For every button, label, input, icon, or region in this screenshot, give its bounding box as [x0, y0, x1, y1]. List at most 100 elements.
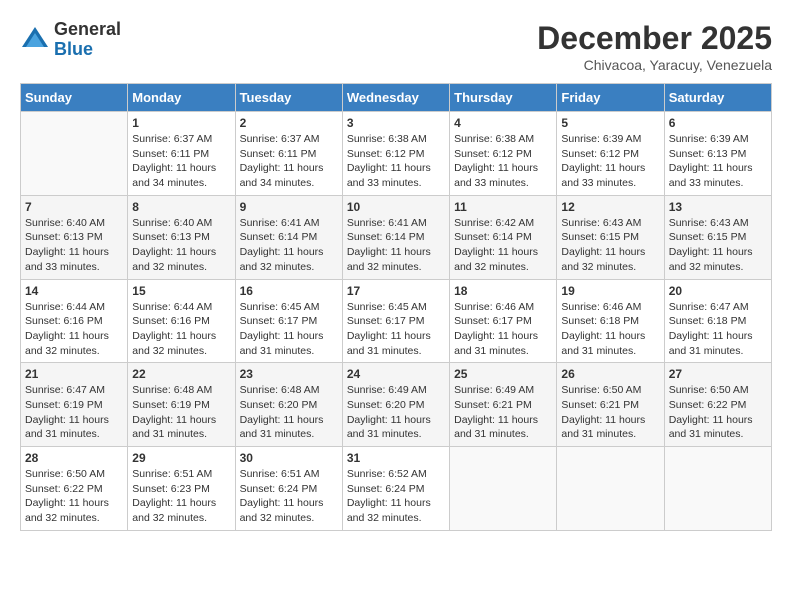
calendar-cell: 30 Sunrise: 6:51 AMSunset: 6:24 PMDayligh… [235, 447, 342, 531]
day-info: Sunrise: 6:51 AMSunset: 6:23 PMDaylight:… [132, 467, 230, 526]
calendar-cell: 1 Sunrise: 6:37 AMSunset: 6:11 PMDaylight… [128, 112, 235, 196]
day-number: 1 [132, 116, 230, 130]
day-number: 18 [454, 284, 552, 298]
day-number: 3 [347, 116, 445, 130]
calendar-week-row: 14 Sunrise: 6:44 AMSunset: 6:16 PMDayligh… [21, 279, 772, 363]
day-number: 11 [454, 200, 552, 214]
day-info: Sunrise: 6:38 AMSunset: 6:12 PMDaylight:… [454, 132, 552, 191]
day-number: 17 [347, 284, 445, 298]
calendar-cell: 13 Sunrise: 6:43 AMSunset: 6:15 PMDayligh… [664, 195, 771, 279]
calendar-week-row: 21 Sunrise: 6:47 AMSunset: 6:19 PMDayligh… [21, 363, 772, 447]
calendar-cell: 16 Sunrise: 6:45 AMSunset: 6:17 PMDayligh… [235, 279, 342, 363]
day-number: 16 [240, 284, 338, 298]
day-info: Sunrise: 6:37 AMSunset: 6:11 PMDaylight:… [240, 132, 338, 191]
calendar-cell: 11 Sunrise: 6:42 AMSunset: 6:14 PMDayligh… [450, 195, 557, 279]
logo-icon [20, 25, 50, 55]
day-info: Sunrise: 6:49 AMSunset: 6:21 PMDaylight:… [454, 383, 552, 442]
day-number: 26 [561, 367, 659, 381]
calendar-cell [450, 447, 557, 531]
calendar-cell: 24Sunrise: 6:49 AMSunset: 6:20 PMDayligh… [342, 363, 449, 447]
calendar-cell: 6Sunrise: 6:39 AMSunset: 6:13 PMDaylight… [664, 112, 771, 196]
calendar-cell: 27Sunrise: 6:50 AMSunset: 6:22 PMDayligh… [664, 363, 771, 447]
day-info: Sunrise: 6:52 AMSunset: 6:24 PMDaylight:… [347, 467, 445, 526]
day-info: Sunrise: 6:37 AMSunset: 6:11 PMDaylight:… [132, 132, 230, 191]
day-info: Sunrise: 6:40 AMSunset: 6:13 PMDaylight:… [25, 216, 123, 275]
calendar-cell: 7Sunrise: 6:40 AMSunset: 6:13 PMDaylight… [21, 195, 128, 279]
day-info: Sunrise: 6:41 AMSunset: 6:14 PMDaylight:… [347, 216, 445, 275]
calendar-week-row: 1 Sunrise: 6:37 AMSunset: 6:11 PMDaylight… [21, 112, 772, 196]
day-info: Sunrise: 6:42 AMSunset: 6:14 PMDaylight:… [454, 216, 552, 275]
day-info: Sunrise: 6:47 AMSunset: 6:19 PMDaylight:… [25, 383, 123, 442]
day-number: 8 [132, 200, 230, 214]
calendar-cell: 3 Sunrise: 6:38 AMSunset: 6:12 PMDaylight… [342, 112, 449, 196]
calendar-cell: 25 Sunrise: 6:49 AMSunset: 6:21 PMDayligh… [450, 363, 557, 447]
weekday-header-row: SundayMondayTuesdayWednesdayThursdayFrid… [21, 84, 772, 112]
day-number: 12 [561, 200, 659, 214]
day-info: Sunrise: 6:43 AMSunset: 6:15 PMDaylight:… [669, 216, 767, 275]
day-number: 5 [561, 116, 659, 130]
calendar-cell: 26Sunrise: 6:50 AMSunset: 6:21 PMDayligh… [557, 363, 664, 447]
day-number: 25 [454, 367, 552, 381]
logo-blue: Blue [54, 40, 121, 60]
day-info: Sunrise: 6:44 AMSunset: 6:16 PMDaylight:… [25, 300, 123, 359]
calendar-cell: 20Sunrise: 6:47 AMSunset: 6:18 PMDayligh… [664, 279, 771, 363]
day-number: 24 [347, 367, 445, 381]
logo-text: General Blue [54, 20, 121, 60]
calendar-cell: 17 Sunrise: 6:45 AMSunset: 6:17 PMDayligh… [342, 279, 449, 363]
day-number: 22 [132, 367, 230, 381]
day-info: Sunrise: 6:38 AMSunset: 6:12 PMDaylight:… [347, 132, 445, 191]
day-number: 21 [25, 367, 123, 381]
day-number: 31 [347, 451, 445, 465]
calendar-cell: 28 Sunrise: 6:50 AMSunset: 6:22 PMDayligh… [21, 447, 128, 531]
weekday-header: Wednesday [342, 84, 449, 112]
weekday-header: Saturday [664, 84, 771, 112]
calendar-cell: 10 Sunrise: 6:41 AMSunset: 6:14 PMDayligh… [342, 195, 449, 279]
calendar-cell: 29 Sunrise: 6:51 AMSunset: 6:23 PMDayligh… [128, 447, 235, 531]
weekday-header: Thursday [450, 84, 557, 112]
calendar-cell: 31 Sunrise: 6:52 AMSunset: 6:24 PMDayligh… [342, 447, 449, 531]
calendar-cell: 5Sunrise: 6:39 AMSunset: 6:12 PMDaylight… [557, 112, 664, 196]
location: Chivacoa, Yaracuy, Venezuela [537, 57, 772, 73]
day-number: 15 [132, 284, 230, 298]
day-number: 29 [132, 451, 230, 465]
day-number: 20 [669, 284, 767, 298]
day-number: 19 [561, 284, 659, 298]
day-number: 23 [240, 367, 338, 381]
day-info: Sunrise: 6:43 AMSunset: 6:15 PMDaylight:… [561, 216, 659, 275]
day-info: Sunrise: 6:41 AMSunset: 6:14 PMDaylight:… [240, 216, 338, 275]
calendar-table: SundayMondayTuesdayWednesdayThursdayFrid… [20, 83, 772, 531]
weekday-header: Sunday [21, 84, 128, 112]
day-number: 28 [25, 451, 123, 465]
day-number: 14 [25, 284, 123, 298]
day-info: Sunrise: 6:50 AMSunset: 6:22 PMDaylight:… [669, 383, 767, 442]
calendar-cell: 18 Sunrise: 6:46 AMSunset: 6:17 PMDayligh… [450, 279, 557, 363]
calendar-cell: 9Sunrise: 6:41 AMSunset: 6:14 PMDaylight… [235, 195, 342, 279]
logo-general: General [54, 20, 121, 40]
calendar-cell: 4 Sunrise: 6:38 AMSunset: 6:12 PMDaylight… [450, 112, 557, 196]
calendar-week-row: 28 Sunrise: 6:50 AMSunset: 6:22 PMDayligh… [21, 447, 772, 531]
day-info: Sunrise: 6:45 AMSunset: 6:17 PMDaylight:… [240, 300, 338, 359]
day-number: 4 [454, 116, 552, 130]
day-info: Sunrise: 6:51 AMSunset: 6:24 PMDaylight:… [240, 467, 338, 526]
calendar-cell [21, 112, 128, 196]
day-number: 30 [240, 451, 338, 465]
day-info: Sunrise: 6:50 AMSunset: 6:22 PMDaylight:… [25, 467, 123, 526]
day-info: Sunrise: 6:48 AMSunset: 6:19 PMDaylight:… [132, 383, 230, 442]
logo: General Blue [20, 20, 121, 60]
day-number: 10 [347, 200, 445, 214]
day-info: Sunrise: 6:46 AMSunset: 6:17 PMDaylight:… [454, 300, 552, 359]
calendar-cell: 14 Sunrise: 6:44 AMSunset: 6:16 PMDayligh… [21, 279, 128, 363]
calendar-cell: 15 Sunrise: 6:44 AMSunset: 6:16 PMDayligh… [128, 279, 235, 363]
page-header: General Blue December 2025 Chivacoa, Yar… [20, 20, 772, 73]
month-title: December 2025 [537, 20, 772, 57]
calendar-cell: 12 Sunrise: 6:43 AMSunset: 6:15 PMDayligh… [557, 195, 664, 279]
weekday-header: Tuesday [235, 84, 342, 112]
day-number: 13 [669, 200, 767, 214]
calendar-cell: 23 Sunrise: 6:48 AMSunset: 6:20 PMDayligh… [235, 363, 342, 447]
calendar-week-row: 7Sunrise: 6:40 AMSunset: 6:13 PMDaylight… [21, 195, 772, 279]
day-info: Sunrise: 6:45 AMSunset: 6:17 PMDaylight:… [347, 300, 445, 359]
day-info: Sunrise: 6:48 AMSunset: 6:20 PMDaylight:… [240, 383, 338, 442]
day-info: Sunrise: 6:44 AMSunset: 6:16 PMDaylight:… [132, 300, 230, 359]
weekday-header: Friday [557, 84, 664, 112]
calendar-cell: 2Sunrise: 6:37 AMSunset: 6:11 PMDaylight… [235, 112, 342, 196]
